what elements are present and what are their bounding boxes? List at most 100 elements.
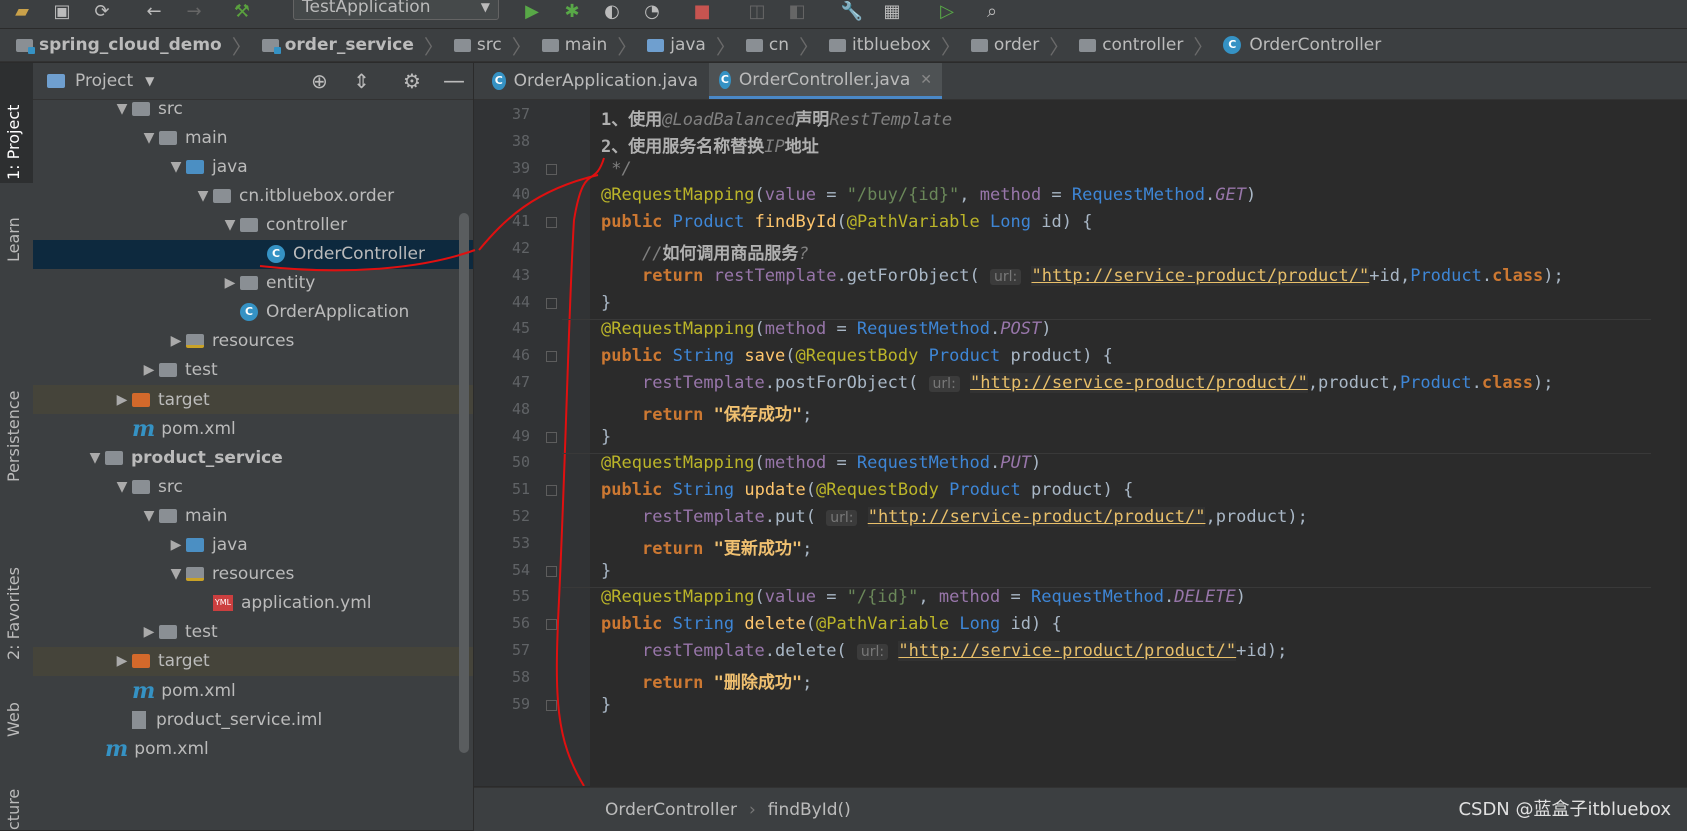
close-icon[interactable]: ✕ — [920, 72, 932, 88]
chevron-down-icon[interactable]: ▼ — [145, 74, 154, 88]
search-icon[interactable]: ⌕ — [980, 0, 1004, 22]
expand-arrow-icon[interactable]: ▼ — [193, 188, 213, 204]
tool-tab-project[interactable]: 1: Project — [4, 105, 23, 180]
sync-icon[interactable]: ⟳ — [90, 0, 114, 22]
fold-marker-icon[interactable] — [546, 163, 557, 175]
fold-marker-icon[interactable] — [546, 699, 557, 711]
tool-tab-learn[interactable]: Learn — [4, 217, 23, 262]
fold-marker-icon[interactable] — [546, 297, 557, 309]
breadcrumb-main[interactable]: main — [541, 35, 608, 55]
tool-tab-favorites[interactable]: 2: Favorites — [4, 567, 23, 660]
stop-icon[interactable]: ■ — [690, 0, 714, 22]
breadcrumb-itbluebox[interactable]: itbluebox — [828, 35, 931, 55]
breadcrumb-controller[interactable]: controller — [1079, 35, 1183, 55]
fold-marker-icon[interactable] — [546, 351, 557, 363]
fold-marker-icon[interactable] — [546, 485, 557, 497]
tree-item[interactable]: ▶ target — [33, 385, 473, 414]
tree-item[interactable]: m pom.xml — [33, 676, 473, 705]
run-window-icon[interactable]: ▷ — [935, 0, 959, 22]
fold-marker-icon[interactable] — [546, 217, 557, 229]
tree-item[interactable]: C OrderApplication — [33, 298, 473, 327]
tree-item[interactable]: ▼ src — [33, 472, 473, 501]
collapse-arrow-icon[interactable]: ▶ — [139, 624, 159, 640]
collapse-arrow-icon[interactable]: ▶ — [166, 537, 186, 553]
tree-item[interactable]: ▶ test — [33, 618, 473, 647]
fold-marker-icon[interactable] — [546, 565, 557, 577]
folder-icon — [186, 159, 204, 174]
collapse-arrow-icon[interactable]: ▶ — [112, 392, 132, 408]
tree-item[interactable]: ▼ product_service — [33, 443, 473, 472]
project-scrollbar[interactable] — [459, 213, 469, 753]
back-icon[interactable]: ← — [142, 0, 166, 22]
run-configuration-dropdown[interactable]: TestApplication ▼ — [293, 0, 499, 20]
expand-arrow-icon[interactable]: ▼ — [85, 450, 105, 466]
tree-item[interactable]: ▶ java — [33, 531, 473, 560]
tree-item[interactable]: ▶ target — [33, 646, 473, 676]
tab-order-controller[interactable]: C OrderController.java ✕ — [709, 63, 942, 99]
save-icon[interactable]: ▣ — [50, 0, 74, 22]
breadcrumb-label: main — [564, 35, 608, 55]
tree-item[interactable]: ▶ test — [33, 356, 473, 385]
collapse-arrow-icon[interactable]: ▶ — [166, 333, 186, 349]
project-panel-title[interactable]: Project — [75, 71, 133, 91]
collapse-arrow-icon[interactable]: ▶ — [112, 653, 132, 669]
line-number: 54 — [511, 560, 530, 579]
breadcrumb-order[interactable]: order — [970, 35, 1040, 55]
coverage-icon[interactable]: ◐ — [600, 0, 624, 22]
tree-item-label: src — [158, 98, 183, 119]
tool-tab-structure[interactable]: cture — [4, 789, 23, 830]
tree-item[interactable]: m pom.xml — [33, 734, 473, 763]
tab-order-application[interactable]: C OrderApplication.java — [482, 63, 708, 99]
breadcrumb-src[interactable]: src — [453, 35, 502, 55]
fold-marker-icon[interactable] — [546, 619, 557, 631]
forward-icon[interactable]: → — [182, 0, 206, 22]
breadcrumb-class[interactable]: C OrderController — [1223, 35, 1381, 55]
expand-arrow-icon[interactable]: ▼ — [166, 159, 186, 175]
tree-item[interactable]: ▼ java — [33, 152, 473, 181]
gear-icon[interactable]: ⚙ — [403, 69, 421, 93]
tool-tab-web[interactable]: Web — [4, 702, 23, 737]
expand-arrow-icon[interactable]: ▼ — [112, 101, 132, 117]
status-class-crumb[interactable]: OrderController — [605, 800, 737, 820]
expand-arrow-icon[interactable]: ▼ — [220, 217, 240, 233]
tree-item[interactable]: ▶ resources — [33, 327, 473, 356]
settings-wrench-icon[interactable]: 🔧 — [840, 0, 864, 22]
run-icon[interactable]: ▶ — [520, 0, 544, 22]
tree-item[interactable]: YML application.yml — [33, 589, 473, 618]
sdk-icon[interactable]: ◧ — [785, 0, 809, 22]
expand-arrow-icon[interactable]: ▼ — [139, 130, 159, 146]
project-structure-icon[interactable]: ▦ — [880, 0, 904, 22]
build-icon[interactable]: ⚒ — [230, 0, 254, 22]
collapse-arrow-icon[interactable]: ▶ — [220, 275, 240, 291]
tree-item[interactable]: ▼ main — [33, 501, 473, 530]
tree-item[interactable]: ▼ resources — [33, 560, 473, 589]
tree-item[interactable]: ▼ main — [33, 123, 473, 152]
breadcrumb-project[interactable]: spring_cloud_demo — [16, 35, 222, 55]
open-folder-icon[interactable]: ▰ — [10, 0, 34, 22]
tree-item[interactable]: ▼ src — [33, 94, 473, 123]
tree-item[interactable]: product_service.iml — [33, 705, 473, 734]
locate-icon[interactable]: ⊕ — [311, 69, 328, 93]
breadcrumb-module[interactable]: order_service — [261, 35, 414, 55]
breadcrumb-java[interactable]: java — [647, 35, 706, 55]
tree-item[interactable]: ▼ cn.itbluebox.order — [33, 181, 473, 210]
profile-icon[interactable]: ◔ — [640, 0, 664, 22]
expand-arrow-icon[interactable]: ▼ — [139, 508, 159, 524]
fold-marker-icon[interactable] — [546, 431, 557, 443]
expand-arrow-icon[interactable]: ▼ — [166, 566, 186, 582]
hide-panel-icon[interactable]: — — [443, 69, 465, 94]
tree-item[interactable]: m pom.xml — [33, 414, 473, 443]
annotation-stroke-tail — [259, 249, 476, 272]
line-number: 43 — [511, 265, 530, 284]
collapse-arrow-icon[interactable]: ▶ — [139, 362, 159, 378]
expand-arrow-icon[interactable]: ▼ — [112, 479, 132, 495]
tree-item-label: product_service.iml — [156, 709, 323, 730]
breadcrumb-cn[interactable]: cn — [745, 35, 789, 55]
status-method-crumb[interactable]: findById() — [768, 800, 851, 820]
breadcrumb-label: order — [993, 35, 1040, 55]
attach-icon[interactable]: ◫ — [745, 0, 769, 22]
tool-tab-persistence[interactable]: Persistence — [4, 390, 23, 482]
collapse-all-icon[interactable]: ⇕ — [353, 69, 370, 93]
code-editor[interactable]: 1、使用@LoadBalanced声明RestTemplate 2、使用服务名称替… — [474, 100, 1687, 786]
debug-icon[interactable]: ✱ — [560, 0, 584, 22]
